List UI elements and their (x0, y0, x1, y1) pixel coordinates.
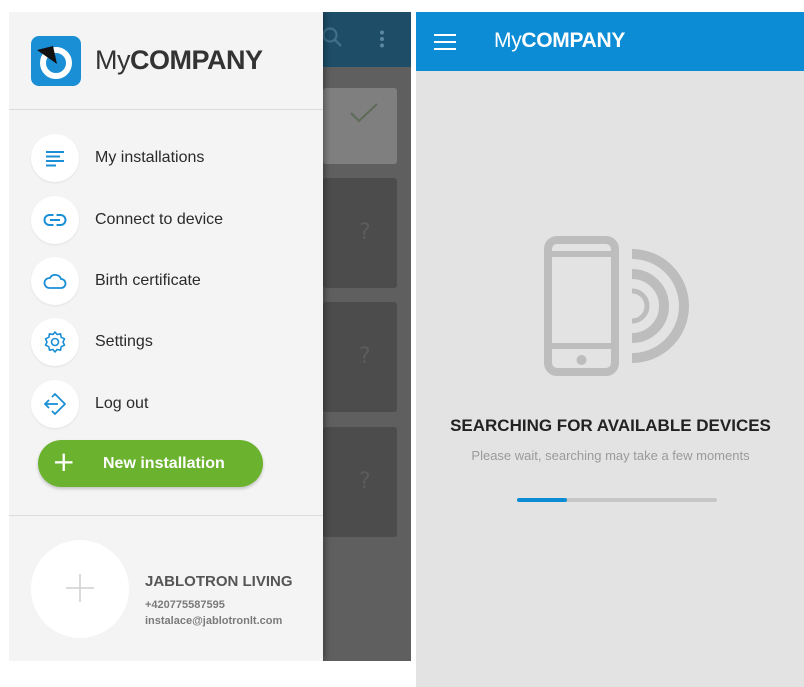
navigation-drawer-screen: ? ? ? MyCOMPANY My installations Connect… (9, 12, 411, 661)
menu-item-label: Settings (95, 333, 153, 350)
hamburger-menu-icon[interactable] (434, 32, 458, 52)
profile-email: instalace@jablotronlt.com (145, 615, 283, 627)
add-avatar-button[interactable] (31, 540, 129, 638)
search-progress-fill (517, 498, 567, 502)
drawer-profile: JABLOTRON LIVING +420775587595 instalace… (9, 515, 323, 661)
search-progress-bar (517, 498, 717, 502)
more-vert-icon (380, 30, 384, 48)
list-icon (46, 151, 64, 167)
phone-signal-icon (544, 236, 689, 376)
menu-item-log-out[interactable]: Log out (9, 380, 323, 434)
plus-icon: + (52, 445, 76, 478)
device-search-screen: MyCOMPANY SEARCHING FOR AVAILABLE DEVICE… (416, 12, 804, 687)
menu-item-label: Log out (95, 395, 149, 412)
check-icon (350, 103, 378, 123)
menu-item-my-installations[interactable]: My installations (9, 134, 323, 188)
plus-icon (66, 574, 94, 602)
logo-icon (37, 46, 72, 79)
search-status-subtitle: Please wait, searching may take a few mo… (471, 448, 750, 463)
drawer-header: MyCOMPANY (9, 12, 323, 110)
navigation-drawer: MyCOMPANY My installations Connect to de… (9, 12, 323, 661)
gear-icon (44, 331, 66, 353)
unknown-status-icon: ? (359, 220, 371, 245)
menu-item-settings[interactable]: Settings (9, 318, 323, 372)
menu-item-connect-to-device[interactable]: Connect to device (9, 196, 323, 250)
menu-item-label: Birth certificate (95, 272, 201, 289)
unknown-status-icon: ? (359, 469, 371, 494)
new-installation-label: New installation (103, 455, 225, 472)
menu-item-label: Connect to device (95, 211, 224, 228)
menu-item-label: My installations (95, 149, 205, 166)
unknown-status-icon: ? (359, 344, 371, 369)
background-card: ? (323, 302, 397, 412)
background-card: ? (323, 427, 397, 537)
background-card (323, 88, 397, 164)
brand-name: MyCOMPANY (95, 45, 263, 75)
search-status-title: SEARCHING FOR AVAILABLE DEVICES (450, 416, 771, 435)
search-icon (322, 27, 342, 47)
background-card: ? (323, 178, 397, 288)
cloud-icon (43, 273, 67, 289)
link-icon (43, 213, 67, 227)
menu-item-birth-certificate[interactable]: Birth certificate (9, 257, 323, 311)
profile-phone: +420775587595 (145, 599, 225, 611)
new-installation-button[interactable]: + New installation (38, 440, 263, 487)
app-bar: MyCOMPANY (416, 12, 804, 71)
app-title: MyCOMPANY (494, 29, 626, 52)
app-logo (31, 36, 81, 86)
logout-icon (43, 393, 66, 415)
profile-name: JABLOTRON LIVING (145, 573, 293, 590)
